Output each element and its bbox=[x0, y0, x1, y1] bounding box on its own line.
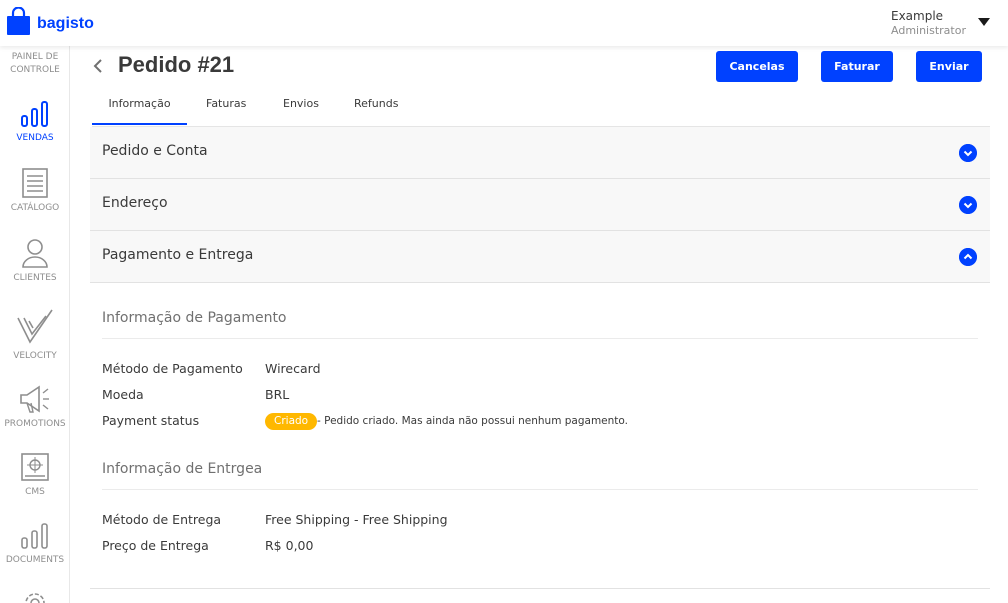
payment-shipping-panel: Informação de Pagamento Método de Pagame… bbox=[90, 283, 990, 589]
chevron-down-icon[interactable] bbox=[959, 196, 977, 214]
tab-refunds[interactable]: Refunds bbox=[354, 97, 398, 110]
chevron-down-icon[interactable] bbox=[959, 144, 977, 162]
invoice-button[interactable]: Faturar bbox=[821, 51, 893, 82]
bar-chart-icon bbox=[21, 523, 48, 549]
currency-label: Moeda bbox=[102, 387, 144, 402]
megaphone-icon bbox=[20, 385, 49, 413]
shipping-price-value: R$ 0,00 bbox=[265, 538, 314, 553]
sidebar-item-label: CATÁLOGO bbox=[10, 203, 60, 213]
caret-down-icon[interactable] bbox=[978, 18, 990, 26]
accordion-address[interactable]: Endereço bbox=[90, 179, 990, 231]
tab-invoices[interactable]: Faturas bbox=[206, 97, 246, 110]
payment-status-description: - Pedido criado. Mas ainda não possui ne… bbox=[317, 415, 628, 427]
sidebar-item-label: VELOCITY bbox=[13, 351, 57, 361]
tab-information[interactable]: Informação bbox=[92, 97, 187, 125]
user-role: Administrator bbox=[891, 24, 966, 37]
brand-name: bagisto bbox=[37, 15, 94, 32]
sidebar-item-promotions[interactable]: PROMOTIONS bbox=[0, 384, 70, 431]
user-icon bbox=[22, 239, 48, 268]
accordion-title: Endereço bbox=[102, 195, 168, 211]
sidebar-item-documents[interactable]: DOCUMENTS bbox=[0, 522, 70, 567]
sidebar-item-velocity[interactable]: VELOCITY bbox=[0, 308, 70, 363]
sidebar-item-label: PROMOTIONS bbox=[4, 419, 66, 429]
user-menu[interactable]: Example Administrator bbox=[891, 9, 966, 37]
shipping-section-title: Informação de Entrgea bbox=[102, 461, 263, 477]
velocity-icon bbox=[17, 309, 53, 344]
sidebar-item-label: PAINEL DE bbox=[11, 52, 59, 62]
document-list-icon bbox=[22, 168, 48, 198]
cms-icon bbox=[21, 453, 49, 481]
sidebar-item-catalog[interactable]: CATÁLOGO bbox=[0, 168, 70, 215]
sidebar-item-label: DOCUMENTS bbox=[5, 555, 65, 565]
status-badge: Criado bbox=[265, 413, 318, 430]
sidebar-item-sales[interactable]: VENDAS bbox=[0, 100, 70, 145]
accordion-payment-shipping[interactable]: Pagamento e Entrega bbox=[90, 231, 990, 283]
shipping-method-label: Método de Entrega bbox=[102, 512, 222, 527]
payment-section-title: Informação de Pagamento bbox=[102, 310, 287, 326]
page-title: Pedido #21 bbox=[118, 52, 235, 77]
divider bbox=[102, 489, 978, 490]
chevron-left-icon[interactable] bbox=[92, 59, 104, 73]
main-content: Pedido #21 Cancelas Faturar Enviar Infor… bbox=[70, 46, 1008, 603]
sidebar-item-customers[interactable]: CLIENTES bbox=[0, 238, 70, 285]
chevron-up-icon[interactable] bbox=[959, 248, 977, 266]
divider bbox=[102, 338, 978, 339]
shipping-method-value: Free Shipping - Free Shipping bbox=[265, 512, 448, 527]
sidebar-item-label: CMS bbox=[25, 487, 45, 497]
sidebar-item-label: CONTROLE bbox=[10, 65, 60, 75]
bar-chart-icon bbox=[21, 101, 48, 127]
sidebar-item-label: CLIENTES bbox=[13, 273, 57, 283]
sidebar-item-settings[interactable] bbox=[0, 588, 70, 603]
sidebar: PAINEL DE CONTROLE VENDAS CATÁLOGO CLIEN… bbox=[0, 46, 70, 603]
tab-bar: Informação Faturas Envios Refunds bbox=[92, 86, 990, 127]
payment-method-label: Método de Pagamento bbox=[102, 361, 243, 376]
accordion-title: Pedido e Conta bbox=[102, 143, 208, 159]
top-bar: bagisto Example Administrator bbox=[0, 0, 1008, 46]
accordion-title: Pagamento e Entrega bbox=[102, 247, 254, 263]
sidebar-item-dashboard[interactable]: PAINEL DE CONTROLE bbox=[0, 51, 70, 77]
cancel-button[interactable]: Cancelas bbox=[716, 51, 798, 82]
brand-logo[interactable]: bagisto bbox=[6, 7, 94, 35]
payment-method-value: Wirecard bbox=[265, 361, 321, 376]
ship-button[interactable]: Enviar bbox=[916, 51, 982, 82]
accordion-order-account[interactable]: Pedido e Conta bbox=[90, 127, 990, 179]
gear-icon bbox=[25, 593, 45, 603]
currency-value: BRL bbox=[265, 387, 290, 402]
sidebar-item-label: VENDAS bbox=[16, 133, 54, 143]
tab-shipments[interactable]: Envios bbox=[283, 97, 319, 110]
payment-status-label: Payment status bbox=[102, 413, 200, 428]
user-name: Example bbox=[891, 9, 944, 23]
shopping-bag-icon bbox=[7, 7, 30, 35]
shipping-price-label: Preço de Entrega bbox=[102, 538, 209, 553]
sidebar-item-cms[interactable]: CMS bbox=[0, 452, 70, 499]
